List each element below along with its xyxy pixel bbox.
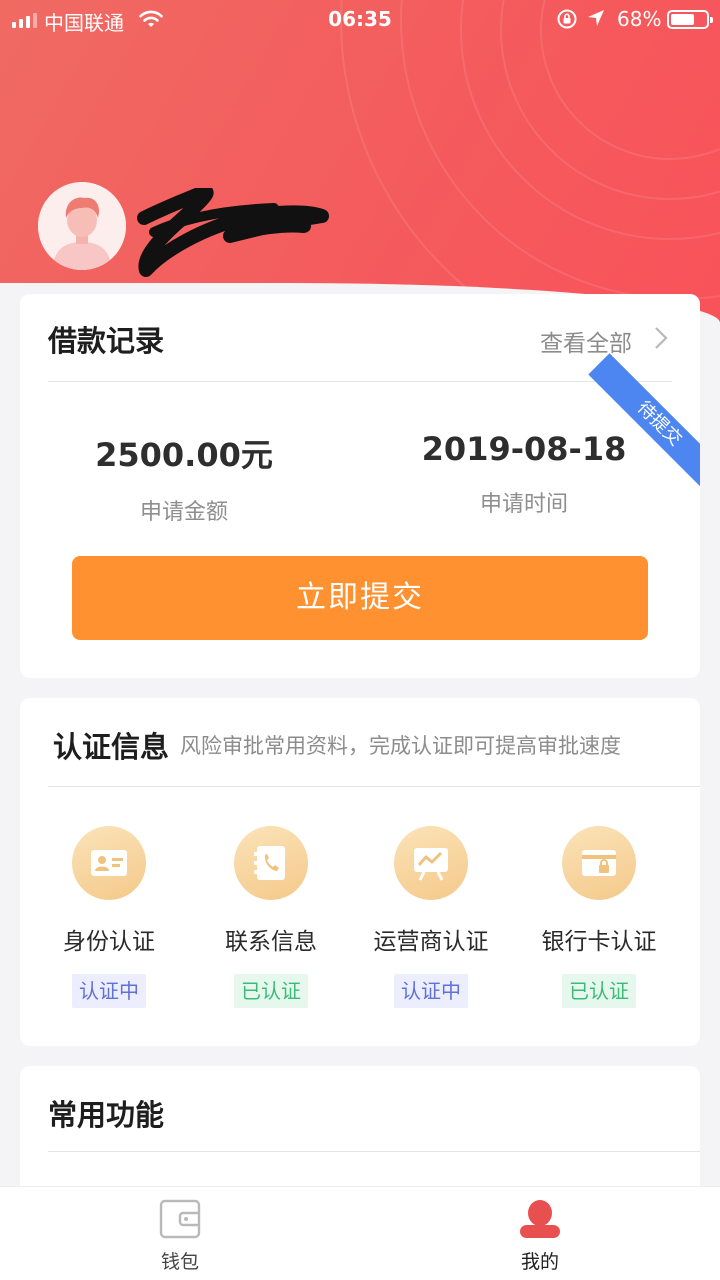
auth-item-carrier[interactable]: 运营商认证 认证中 — [346, 826, 516, 1008]
auth-info-subtitle: 风险审批常用资料，完成认证即可提高审批速度 — [180, 734, 621, 758]
redacted-username — [137, 188, 329, 277]
auth-status-badge: 认证中 — [394, 974, 468, 1008]
auth-status-badge: 已认证 — [234, 974, 308, 1008]
user-avatar-icon[interactable] — [38, 182, 126, 270]
auth-item-bank-card[interactable]: 银行卡认证 已认证 — [514, 826, 684, 1008]
orientation-lock-icon — [557, 9, 577, 29]
auth-status-badge: 认证中 — [72, 974, 146, 1008]
location-arrow-icon — [588, 10, 604, 26]
date-value: 2019-08-18 — [421, 430, 627, 468]
carrier-chart-icon — [394, 826, 468, 900]
loan-record-card: 借款记录 查看全部 待提交 2500.00元 申请金额 2019-08-18 申… — [20, 294, 700, 678]
auth-info-header: 认证信息 风险审批常用资料，完成认证即可提高审批速度 — [48, 698, 700, 787]
bank-card-lock-icon — [562, 826, 636, 900]
status-bar: 中国联通 06:35 68% — [0, 0, 720, 40]
tab-wallet-label: 钱包 — [160, 1251, 199, 1273]
common-functions-header: 常用功能 — [48, 1066, 700, 1152]
tab-mine[interactable]: 我的 — [480, 1199, 600, 1274]
wallet-icon — [159, 1199, 201, 1239]
auth-item-identity[interactable]: 身份认证 认证中 — [24, 826, 194, 1008]
submit-now-button[interactable]: 立即提交 — [72, 556, 648, 640]
amount-stat: 2500.00元 申请金额 — [24, 430, 344, 526]
chevron-right-icon[interactable] — [654, 326, 668, 350]
contact-book-icon — [234, 826, 308, 900]
auth-item-name: 运营商认证 — [373, 929, 489, 955]
battery-level-fill — [671, 14, 694, 25]
view-all-link[interactable]: 查看全部 — [540, 324, 632, 358]
battery-icon — [667, 10, 713, 29]
bottom-tab-bar: 钱包 我的 — [0, 1186, 720, 1280]
common-functions-title: 常用功能 — [48, 1098, 165, 1132]
auth-status-badge: 已认证 — [562, 974, 636, 1008]
loan-record-title: 借款记录 — [48, 324, 165, 358]
auth-item-contact[interactable]: 联系信息 已认证 — [186, 826, 356, 1008]
auth-item-name: 联系信息 — [225, 929, 317, 955]
auth-info-card: 认证信息 风险审批常用资料，完成认证即可提高审批速度 身份认证 认证中 联系信息… — [20, 698, 700, 1046]
profile-icon — [519, 1199, 561, 1239]
id-card-icon — [72, 826, 146, 900]
tab-wallet[interactable]: 钱包 — [120, 1199, 240, 1274]
auth-item-name: 银行卡认证 — [541, 929, 657, 955]
auth-info-title: 认证信息 — [53, 730, 170, 764]
amount-label: 申请金额 — [139, 500, 228, 525]
loan-record-header[interactable]: 借款记录 查看全部 — [48, 294, 672, 382]
amount-value: 2500.00元 — [95, 436, 273, 474]
auth-item-name: 身份认证 — [63, 929, 155, 955]
tab-mine-label: 我的 — [520, 1251, 559, 1273]
date-label: 申请时间 — [479, 492, 568, 517]
clock: 06:35 — [328, 7, 392, 31]
battery-percent: 68% — [617, 7, 662, 31]
date-stat: 2019-08-18 申请时间 — [364, 430, 684, 518]
